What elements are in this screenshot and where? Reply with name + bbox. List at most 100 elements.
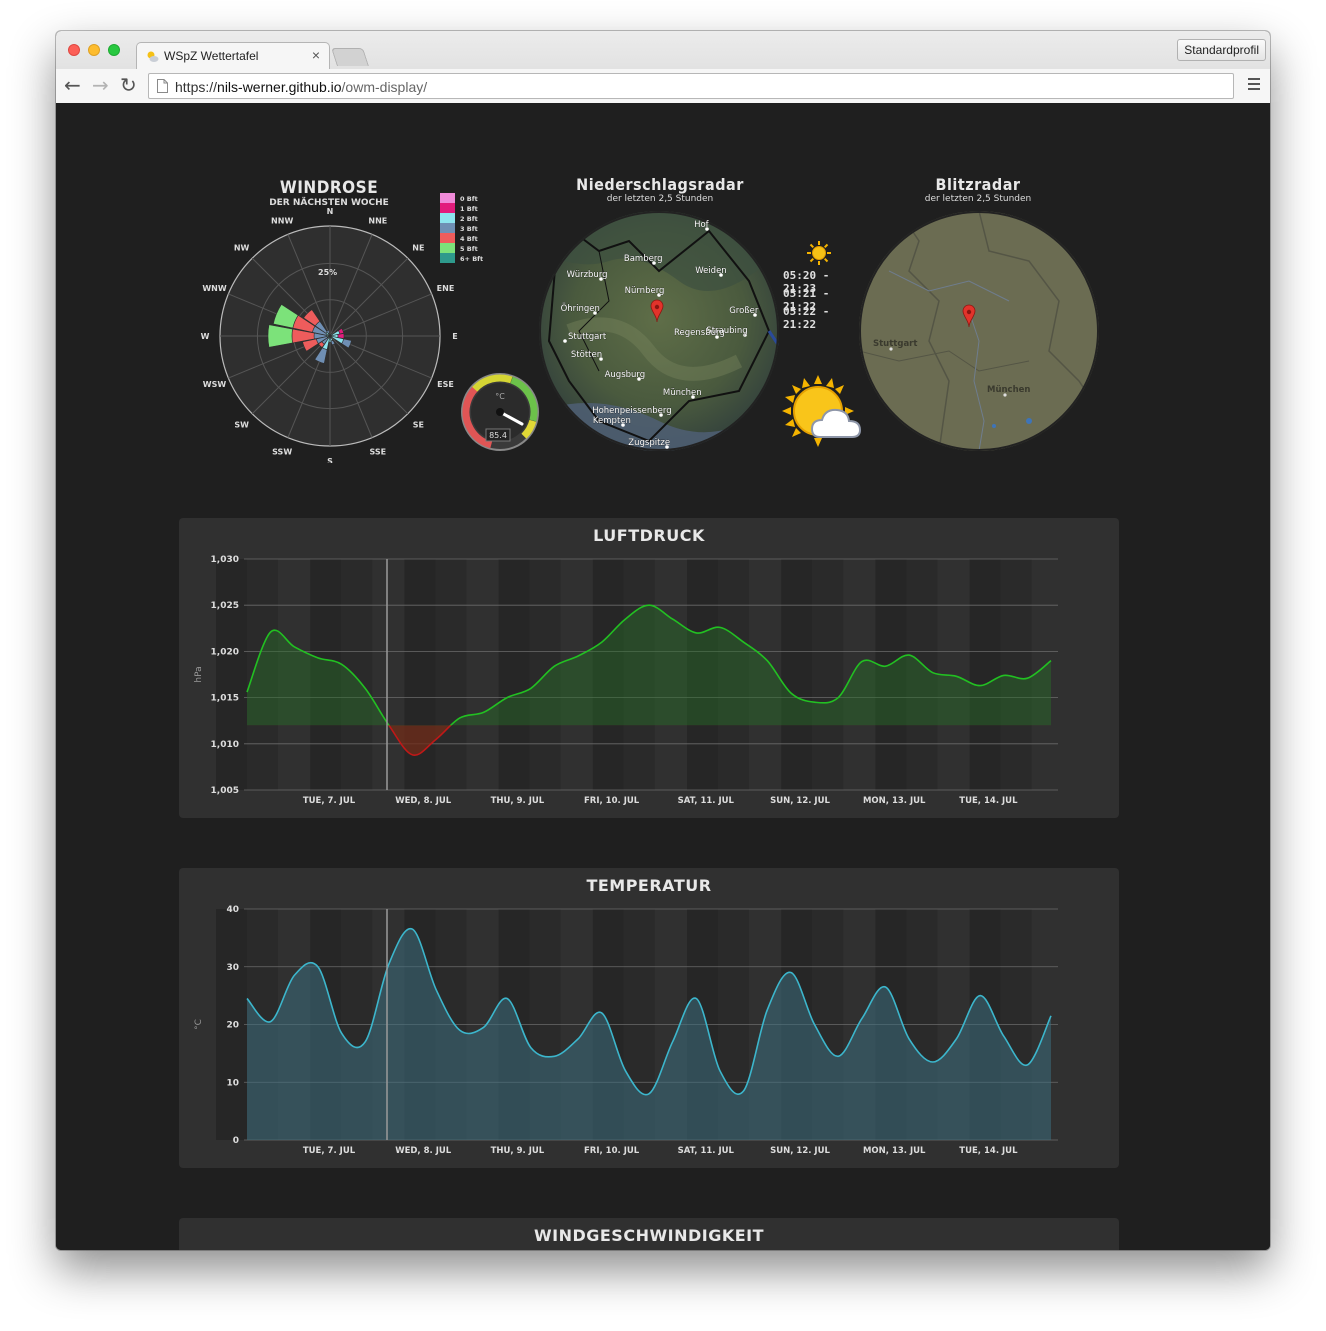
radar-city-label: Straubing [706,326,747,336]
radar-city-label: Weiden [695,266,727,276]
temperature-chart[interactable]: 40 30 20 10 0 °C TUE, 7. JUL WED, 8. JUL THU, 9.… [179,868,1119,1168]
sunrise-sunset-times: 05:20 - 21:23 05:21 - 21:22 05:22 - 21:2… [783,269,863,331]
sun-time-row: 05:22 - 21:22 [783,305,830,331]
radar-city-label: Hohenpeissenberg [592,406,671,416]
sun-icon [807,241,831,265]
precipitation-radar-map[interactable]: Hof Bamberg Würzburg Weiden Nürnberg Öhringen… [539,211,779,451]
tab-wettertafel[interactable]: WSpZ Wettertafel × [136,42,330,69]
pressure-chart[interactable]: 1,030 1,025 1,020 1,015 1,010 1,005 hPa TUE, 7.… [179,518,1119,818]
lightning-title: Blitzradar [935,175,1021,194]
night-band [969,559,1001,790]
windrose-direction-label: E [452,332,457,341]
x-tick-label: SAT, 11. JUL [678,796,735,806]
y-tick-label: 10 [226,1078,239,1088]
windrose-direction-label: NW [234,244,250,253]
night-band [781,559,813,790]
tab-close-icon[interactable]: × [312,47,320,63]
minimize-window-button[interactable] [88,44,100,56]
y-axis-label: °C [194,1019,204,1030]
page-content: WINDROSE DER NÄCHSTEN WOCHE N NNE NE ENE E ES… [56,103,1270,1250]
x-tick-label: SUN, 12. JUL [770,796,830,806]
radar-city-label: Öhringen [561,303,600,314]
temperature-gauge: °C 85.4 [461,373,539,451]
lightning-radar-map[interactable]: Stuttgart München [859,211,1099,451]
windrose-direction-label: SE [413,420,424,429]
legend-label: 0 Bft [460,195,478,203]
windrose-ring-label: 25% [318,268,337,277]
gauge-value: 85.4 [489,431,507,440]
zoom-window-button[interactable] [108,44,120,56]
windrose-direction-label: WSW [203,380,227,389]
night-band [498,559,530,790]
legend-swatch [440,223,455,233]
legend-swatch [440,233,455,243]
address-bar[interactable]: https://nils-werner.github.io/owm-displa… [148,73,1234,99]
y-axis-label: hPa [194,666,204,682]
hamburger-menu-icon[interactable] [1248,78,1260,90]
page-icon [157,79,168,93]
radar-city-label: Großer [729,306,759,316]
radar-city-label: Augsburg [605,370,646,380]
night-band [216,559,247,790]
y-tick-label: 20 [226,1021,239,1031]
browser-toolbar: ← → ↻ https://nils-werner.github.io/owm-… [56,69,1270,103]
x-tick-label: WED, 8. JUL [395,1146,452,1156]
reload-icon[interactable]: ↻ [120,74,137,96]
url-text: https://nils-werner.github.io/owm-displa… [175,79,427,95]
night-band [812,559,844,790]
x-tick-label: TUE, 14. JUL [959,796,1018,806]
legend-label: 1 Bft [460,205,478,213]
x-tick-label: WED, 8. JUL [395,796,452,806]
forward-arrow-icon[interactable]: → [92,74,109,96]
legend-swatch [440,203,455,213]
windrose-direction-label: ESE [437,380,454,389]
x-tick-label: MON, 13. JUL [863,796,926,806]
windrose-direction-label: SW [234,420,249,429]
lightning-subtitle: der letzten 2,5 Stunden [924,194,1032,204]
x-tick-label: FRI, 10. JUL [584,796,640,806]
close-window-button[interactable] [68,44,80,56]
x-tick-label: TUE, 7. JUL [303,796,356,806]
legend-label: 4 Bft [460,235,478,243]
weather-favicon-icon [147,51,159,62]
new-tab-button[interactable] [331,48,369,66]
radar-city-label: Stötten [571,350,602,360]
temperature-panel: TEMPERATUR 40 30 20 10 0 °C TUE, 7. JUL WED, 8.… [179,868,1119,1168]
x-tick-label: MON, 13. JUL [863,1146,926,1156]
radar-city-label: Bamberg [624,254,663,264]
x-tick-label: TUE, 14. JUL [959,1146,1018,1156]
sun-time-row: 05:21 - 21:22 [783,287,830,313]
windrose-direction-label: S [327,457,333,463]
browser-window: WSpZ Wettertafel × Standardprofil ← → ↻ … [56,31,1270,1250]
windspeed-panel: WINDGESCHWINDIGKEIT [179,1218,1119,1250]
partly-cloudy-icon [782,375,862,447]
windrose-direction-label: N [327,207,334,216]
legend-swatch [440,243,455,253]
windrose-direction-label: ENE [437,284,455,293]
windrose-chart: N NNE NE ENE E ESE SE SSE S SSW SW WSW W WNW NW NNW 25% [201,207,458,463]
y-tick-label: 1,025 [211,601,239,611]
windrose-legend: 0 Bft 1 Bft 2 Bft 3 Bft 4 Bft 5 Bft 6+ Bft [440,193,483,263]
url-path: /owm-display/ [341,79,428,95]
legend-label: 2 Bft [460,215,478,223]
profile-button[interactable]: Standardprofil [1177,39,1266,61]
radar-subtitle: der letzten 2,5 Stunden [606,194,714,204]
windrose-direction-label: SSE [370,447,387,456]
windrose-direction-label: WNW [202,284,227,293]
night-band [404,559,436,790]
x-tick-label: THU, 9. JUL [491,1146,545,1156]
y-tick-label: 1,010 [211,740,239,750]
tab-title: WSpZ Wettertafel [164,49,259,63]
windrose-direction-label: NNE [368,217,387,226]
radar-city-label: Zugspitze [628,438,670,448]
lightning-city-label: München [987,385,1030,395]
tab-strip: WSpZ Wettertafel × Standardprofil [56,31,1270,69]
legend-label: 6+ Bft [460,255,483,263]
radar-city-label: Würzburg [567,270,608,280]
back-arrow-icon[interactable]: ← [64,74,81,96]
legend-swatch [440,193,455,203]
y-tick-label: 1,030 [211,555,239,565]
windrose-direction-label: NE [412,244,424,253]
night-band [435,559,467,790]
y-tick-label: 40 [226,905,239,915]
